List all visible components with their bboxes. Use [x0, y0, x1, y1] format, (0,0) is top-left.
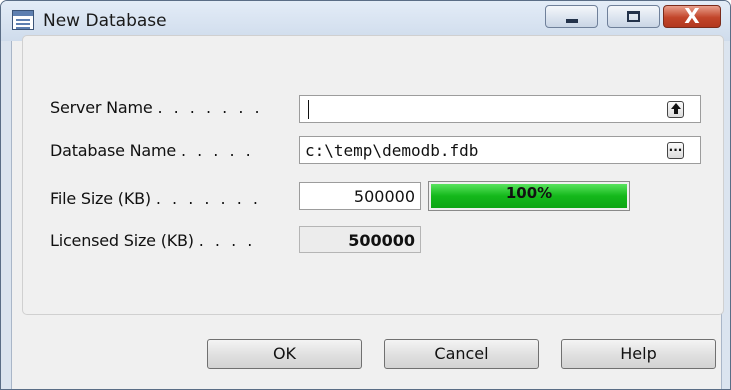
maximize-button[interactable]	[607, 5, 660, 28]
browse-button[interactable]: ...	[667, 140, 684, 159]
file-size-progress-bar: 100%	[428, 181, 630, 211]
ellipsis-icon: ...	[668, 140, 683, 154]
file-size-label: File Size (KB) . . . . . . .	[50, 189, 261, 208]
new-database-window: New Database X Server Name . . . . . . .…	[0, 0, 731, 390]
close-button[interactable]: X	[663, 4, 721, 28]
text-caret	[308, 100, 309, 119]
server-name-label: Server Name . . . . . . .	[50, 98, 263, 117]
maximize-icon	[627, 11, 640, 22]
form-panel	[22, 35, 724, 315]
cancel-button[interactable]: Cancel	[384, 339, 539, 369]
minimize-button[interactable]	[545, 5, 598, 28]
window-title: New Database	[43, 11, 167, 31]
file-size-input[interactable]: 500000	[299, 182, 421, 210]
help-button[interactable]: Help	[561, 339, 716, 369]
close-icon: X	[684, 4, 700, 28]
database-name-input[interactable]: c:\temp\demodb.fdb ...	[299, 136, 701, 164]
licensed-size-label: Licensed Size (KB) . . . .	[50, 231, 256, 250]
server-name-input[interactable]	[299, 95, 701, 123]
database-name-label: Database Name . . . . .	[50, 141, 254, 160]
progress-percent: 100%	[505, 184, 553, 202]
server-lookup-button[interactable]	[667, 101, 684, 118]
licensed-size-value: 500000	[299, 226, 421, 253]
minimize-icon	[566, 19, 578, 23]
database-window-icon	[12, 10, 34, 30]
ok-button[interactable]: OK	[207, 339, 362, 369]
